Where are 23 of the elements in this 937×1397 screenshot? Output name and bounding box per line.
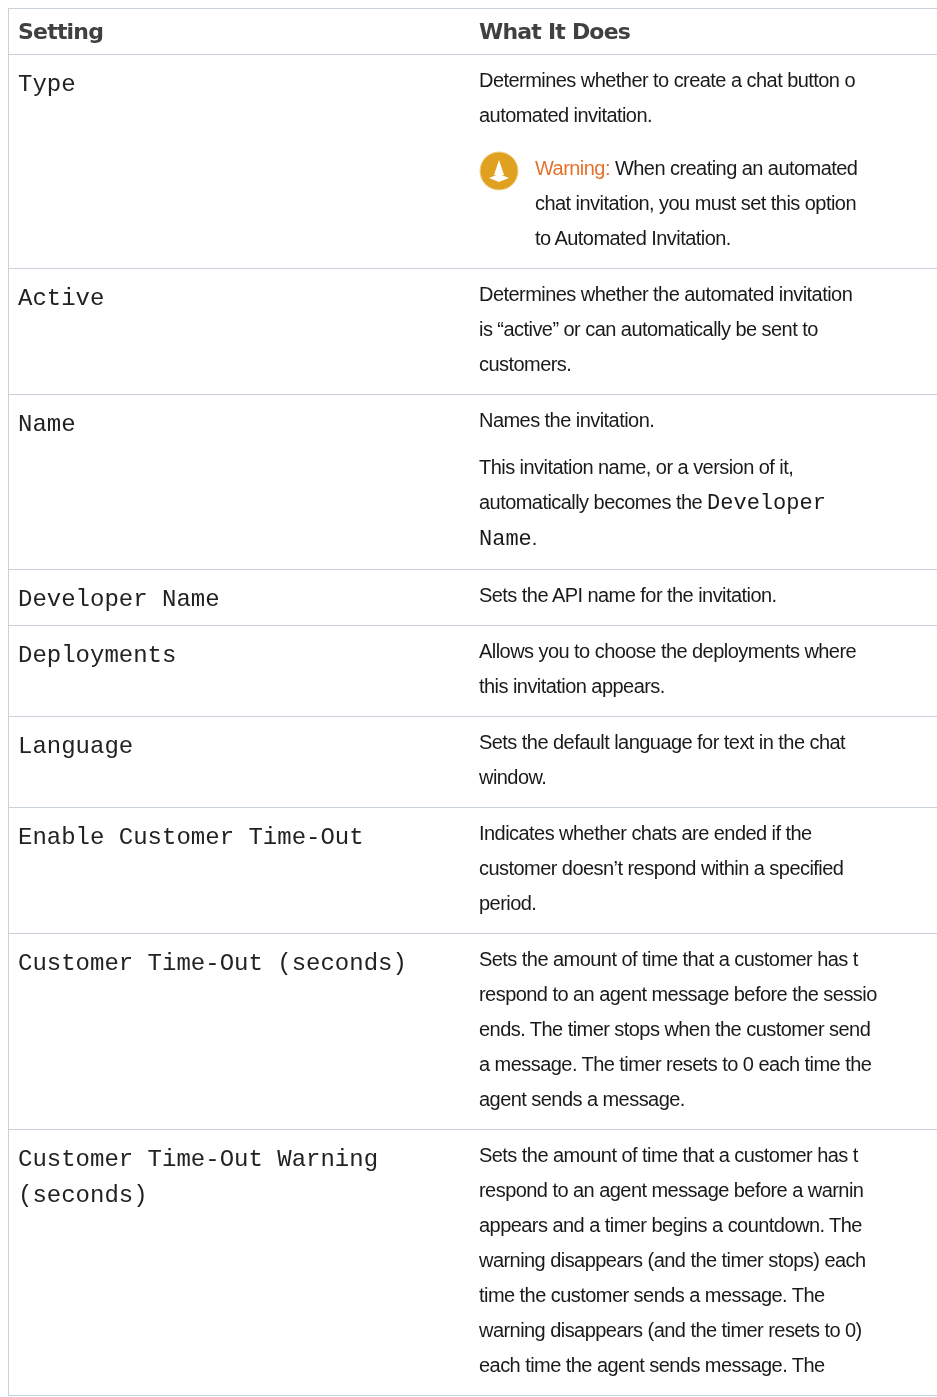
- description-text: Allows you to choose the deployments where this invitation appears.: [479, 639, 858, 699]
- setting-name: Language: [18, 732, 135, 762]
- setting-name: Active: [18, 284, 106, 314]
- description-text: Determines whether to create a chat button o automated invitation.: [479, 68, 857, 128]
- setting-name: Name: [18, 410, 77, 440]
- description-text: Sets the API name for the invitation.: [479, 583, 778, 608]
- description-text: Determines whether the automated invitation is “active” or can automatically be sent to customers.: [479, 282, 854, 377]
- setting-name: Customer Time-Out Warning (seconds): [18, 1145, 380, 1211]
- setting-name: Type: [18, 70, 77, 100]
- description-text: Sets the default language for text in the chat window.: [479, 730, 847, 790]
- setting-name: Developer Name: [18, 585, 221, 615]
- warning-text: Warning: When creating an automated chat invitation, you must set this option to Automated Invitation.: [535, 156, 858, 251]
- description-text: Indicates whether chats are ended if the customer doesn’t respond within a specified period.: [479, 821, 845, 916]
- description-text: Sets the amount of time that a customer has t respond to an agent message before the sessio ends. The timer stops when the customer send a message. The timer resets to 0 each time the agent sends a message.: [479, 947, 878, 1112]
- description-text: Sets the amount of time that a customer has t respond to an agent message before a warnin appears and a timer begins a countdown. The warning disappears (and the timer stops) each time the customer sends a message. The warning disappears (and the timer resets to 0) each time the agent sends message. The: [479, 1143, 867, 1378]
- column-header: Setting: [18, 19, 104, 44]
- description-text: This invitation name, or a version of it, automatically becomes the Developer Name.: [479, 455, 827, 554]
- warning-cone-icon: [479, 151, 519, 191]
- setting-name: Customer Time-Out (seconds): [18, 949, 408, 979]
- column-header: What It Does: [479, 19, 632, 44]
- description-text: Names the invitation.: [479, 408, 656, 433]
- setting-name: Deployments: [18, 641, 178, 671]
- setting-name: Enable Customer Time-Out: [18, 823, 365, 853]
